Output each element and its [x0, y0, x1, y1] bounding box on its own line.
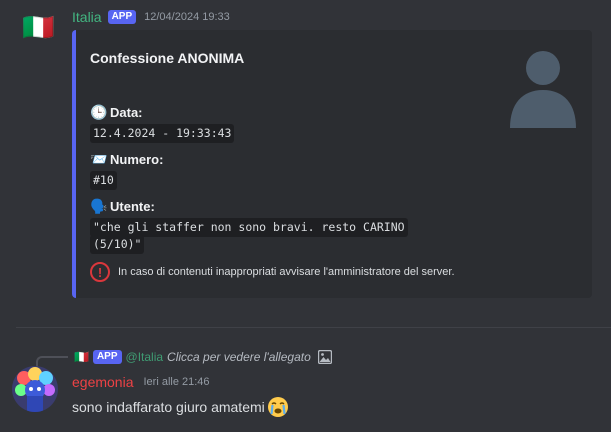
app-badge: APP	[107, 10, 137, 24]
speaking-head-icon: 🗣️	[90, 198, 108, 214]
reply-preview[interactable]: 🇮🇹 APP @Italia Clicca per vedere l'alleg…	[74, 348, 332, 366]
envelope-icon: 📨	[90, 151, 108, 167]
message-header-egemonia: egemonia Ieri alle 21:46	[72, 374, 210, 390]
exclamation-icon: !	[90, 262, 110, 282]
message-text: sono indaffarato giuro amatemi	[72, 399, 265, 415]
field-label: Numero:	[110, 152, 164, 167]
embed-title: Confessione ANONIMA	[90, 50, 245, 66]
embed-footer: ! In caso di contenuti inappropriati avv…	[90, 262, 455, 282]
field-label: Data:	[110, 105, 143, 120]
reply-app-badge: APP	[92, 350, 122, 364]
image-icon	[317, 350, 332, 364]
field-data-name: 🕒 Data:	[90, 104, 143, 121]
reply-text[interactable]: Clicca per vedere l'allegato	[167, 350, 311, 364]
timestamp: Ieri alle 21:46	[143, 376, 210, 388]
message-header: Italia APP 12/04/2024 19:33	[72, 8, 230, 26]
message-divider	[16, 327, 611, 328]
field-data-value: 12.4.2024 - 19:33:43	[90, 124, 235, 143]
clock-icon: 🕒	[90, 104, 108, 120]
timestamp: 12/04/2024 19:33	[144, 11, 230, 23]
field-numero-name: 📨 Numero:	[90, 151, 163, 168]
message-italia: 🇮🇹 Italia APP 12/04/2024 19:33 Confessio…	[0, 0, 611, 320]
reply-mention[interactable]: @Italia	[126, 350, 164, 364]
message-content: sono indaffarato giuro amatemi	[72, 396, 289, 418]
username-egemonia[interactable]: egemonia	[72, 374, 134, 390]
username-italia[interactable]: Italia	[72, 9, 102, 25]
egemonia-avatar[interactable]	[12, 366, 58, 412]
sob-emoji-icon	[267, 397, 288, 417]
default-user-avatar-icon[interactable]	[508, 46, 578, 128]
confession-embed: Confessione ANONIMA 🕒 Data: 12.4.2024 - …	[72, 30, 592, 298]
field-utente-name: 🗣️ Utente:	[90, 198, 155, 215]
field-numero-value: #10	[90, 171, 117, 190]
footer-text: In caso di contenuti inappropriati avvis…	[118, 266, 455, 278]
field-utente-value-line2: (5/10)"	[90, 235, 145, 254]
field-label: Utente:	[110, 199, 155, 214]
reply-flag-icon: 🇮🇹	[74, 350, 89, 364]
italia-flag-avatar[interactable]: 🇮🇹	[22, 15, 54, 41]
